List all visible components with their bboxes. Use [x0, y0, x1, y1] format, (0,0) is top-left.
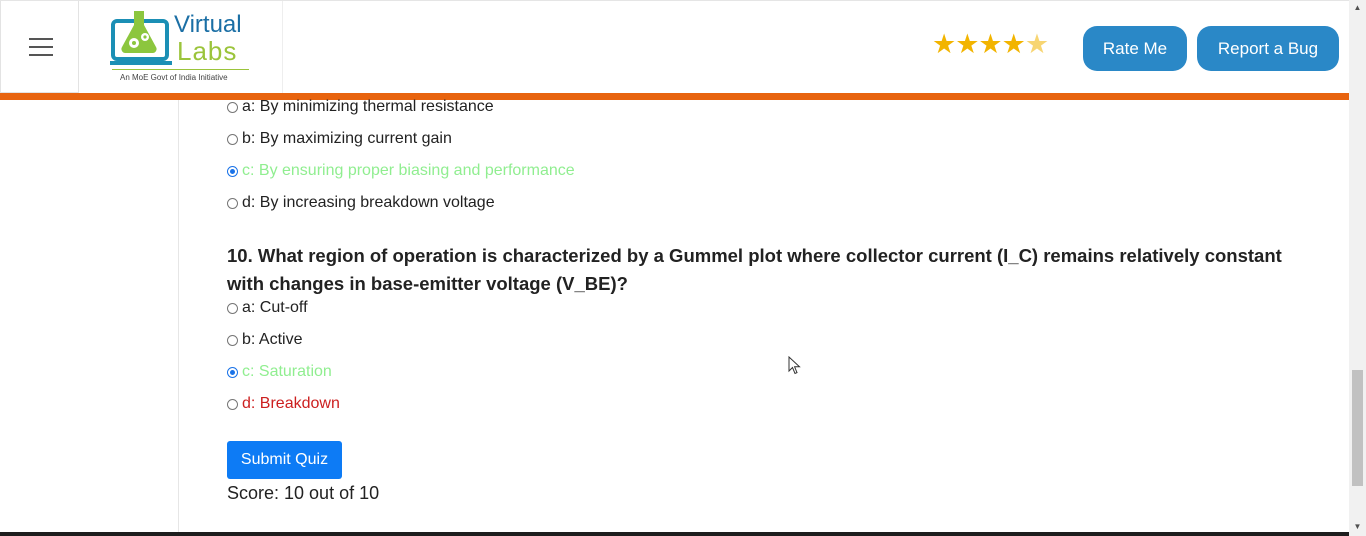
logo-subtitle: Labs [177, 36, 238, 66]
option-label: a: By minimizing thermal resistance [242, 98, 494, 115]
menu-button[interactable] [0, 1, 79, 93]
report-bug-button[interactable]: Report a Bug [1197, 26, 1339, 71]
radio-button[interactable] [227, 302, 238, 314]
rate-me-button[interactable]: Rate Me [1083, 26, 1187, 71]
scrollbar-thumb[interactable] [1352, 370, 1363, 486]
hamburger-icon-bar [29, 46, 53, 48]
prev-option-b[interactable]: b: By maximizing current gain [227, 127, 452, 151]
rating-stars: ★★★★★ [932, 29, 1049, 59]
radio-button[interactable] [227, 101, 238, 113]
option-label: a: Cut-off [242, 299, 308, 316]
site-header: Virtual Labs An MoE Govt of India Initia… [0, 0, 1349, 94]
prev-option-d[interactable]: d: By increasing breakdown voltage [227, 191, 495, 215]
virtual-labs-logo[interactable]: Virtual Labs An MoE Govt of India Initia… [80, 1, 283, 93]
sidebar-divider [178, 100, 179, 532]
star-icons: ★★★★ [932, 29, 1026, 59]
option-label: b: Active [242, 331, 303, 348]
scroll-down-arrow-icon[interactable]: ▼ [1352, 522, 1363, 531]
radio-button-selected[interactable] [227, 165, 238, 177]
question-10-text: 10. What region of operation is characte… [227, 245, 1282, 294]
radio-button-selected[interactable] [227, 366, 238, 378]
option-label-wrong: d: Breakdown [242, 395, 340, 412]
q10-option-d[interactable]: d: Breakdown [227, 392, 340, 416]
prev-option-a[interactable]: a: By minimizing thermal resistance [227, 95, 494, 119]
logo-title: Virtual [174, 11, 242, 38]
logo-tagline: An MoE Govt of India Initiative [120, 73, 228, 82]
radio-button[interactable] [227, 398, 238, 410]
score-text: Score: 10 out of 10 [227, 483, 380, 503]
radio-button[interactable] [227, 133, 238, 145]
q10-option-c[interactable]: c: Saturation [227, 360, 332, 384]
option-label-correct: c: Saturation [242, 363, 332, 380]
q10-option-a[interactable]: a: Cut-off [227, 296, 308, 320]
submit-quiz-button[interactable]: Submit Quiz [227, 441, 342, 479]
mouse-cursor-icon [788, 356, 801, 375]
q10-option-b[interactable]: b: Active [227, 328, 302, 352]
option-label-correct: c: By ensuring proper biasing and perfor… [242, 162, 575, 179]
option-label: b: By maximizing current gain [242, 130, 452, 147]
header-accent-line [0, 93, 1349, 100]
hamburger-icon-bar [29, 54, 53, 56]
scroll-up-arrow-icon[interactable]: ▲ [1352, 3, 1363, 12]
prev-option-c[interactable]: c: By ensuring proper biasing and perfor… [227, 159, 575, 183]
hamburger-icon [29, 38, 53, 40]
option-label: d: By increasing breakdown voltage [242, 194, 495, 211]
radio-button[interactable] [227, 334, 238, 346]
radio-button[interactable] [227, 197, 238, 209]
flask-laptop-icon [110, 11, 172, 65]
footer-edge [0, 532, 1349, 536]
logo-divider [112, 69, 249, 70]
half-star-icon: ★ [1024, 29, 1049, 59]
